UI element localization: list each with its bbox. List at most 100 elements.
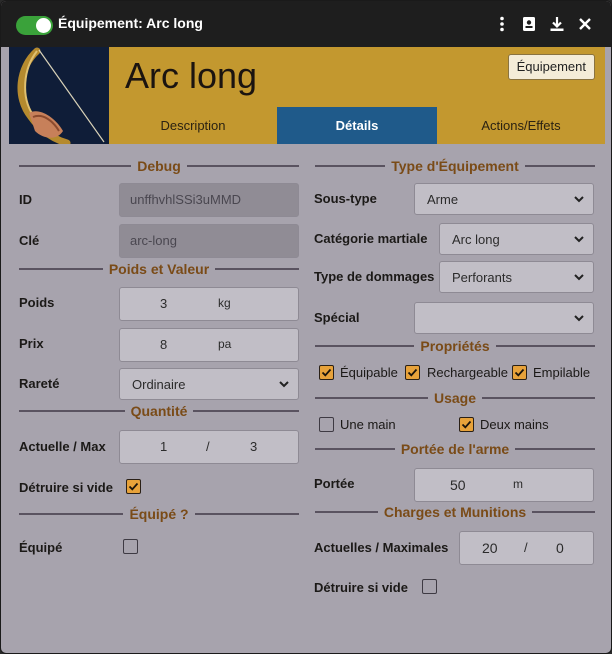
checkmark-icon: [128, 482, 139, 491]
two-hands-label: Deux mains: [480, 417, 549, 432]
equipable-checkbox[interactable]: [319, 365, 334, 380]
section-equipped-title: Équipé ?: [129, 506, 189, 522]
item-header: Arc long Équipement Description Détails …: [9, 47, 605, 144]
range-unit: m: [513, 477, 523, 491]
id-label: ID: [19, 192, 32, 207]
chevron-down-icon: [574, 236, 584, 243]
range-label: Portée: [314, 476, 355, 491]
chevron-down-icon: [574, 196, 584, 203]
charges-label: Actuelles / Maximales: [314, 540, 449, 555]
section-range-title: Portée de l'arme: [400, 441, 510, 457]
weight-label: Poids: [19, 295, 55, 310]
subtype-value: Arme: [427, 192, 459, 207]
quantity-field[interactable]: 1 / 3: [119, 430, 299, 464]
one-hand-label: Une main: [340, 417, 396, 432]
section-debug-title: Debug: [137, 158, 181, 174]
item-portrait[interactable]: [9, 47, 109, 144]
reloadable-checkbox[interactable]: [405, 365, 420, 380]
subtype-label: Sous-type: [314, 191, 377, 206]
section-properties: Propriétés: [315, 336, 595, 356]
quantity-max[interactable]: 3: [250, 439, 257, 454]
special-select[interactable]: [414, 302, 594, 334]
martial-category-label: Catégorie martiale: [314, 231, 428, 246]
key-label: Clé: [19, 233, 40, 248]
section-equipment-type: Type d'Équipement: [315, 156, 595, 176]
weight-field[interactable]: 3 kg: [119, 287, 299, 321]
equipped-label: Équipé: [19, 540, 63, 555]
tab-description[interactable]: Description: [109, 107, 277, 144]
key-value: arc-long: [130, 233, 177, 248]
price-unit: pa: [218, 337, 232, 351]
section-range: Portée de l'arme: [315, 439, 596, 459]
close-icon[interactable]: [576, 15, 594, 33]
section-usage-title: Usage: [433, 390, 477, 406]
quantity-label: Actuelle / Max: [19, 439, 106, 454]
subtype-select[interactable]: Arme: [414, 183, 594, 215]
price-field[interactable]: 8 pa: [119, 328, 299, 362]
tab-actions-effects[interactable]: Actions/Effets: [437, 107, 605, 144]
checkmark-icon: [407, 368, 418, 377]
checkmark-icon: [514, 368, 525, 377]
rarity-label: Rareté: [19, 376, 60, 391]
id-card-icon[interactable]: [520, 15, 538, 33]
charges-destroy-checkbox[interactable]: [422, 579, 437, 594]
range-value: 50: [450, 477, 466, 493]
download-icon[interactable]: [548, 15, 566, 33]
destroy-empty-label: Détruire si vide: [19, 480, 113, 495]
equipped-checkbox[interactable]: [123, 539, 138, 554]
window-titlebar[interactable]: Équipement: Arc long: [1, 1, 611, 47]
section-quantity-title: Quantité: [130, 403, 188, 419]
checkmark-icon: [461, 420, 472, 429]
martial-category-select[interactable]: Arc long: [439, 223, 594, 255]
rarity-value: Ordinaire: [132, 377, 186, 392]
charges-separator: /: [524, 540, 528, 555]
section-quantity: Quantité: [19, 401, 299, 421]
checkmark-icon: [321, 368, 332, 377]
menu-dots-icon[interactable]: [493, 15, 511, 33]
range-field[interactable]: 50 m: [414, 468, 594, 502]
damage-type-label: Type de dommages: [314, 269, 435, 284]
section-weight-value-title: Poids et Valeur: [108, 261, 210, 277]
item-name[interactable]: Arc long: [125, 55, 257, 97]
charges-current[interactable]: 20: [482, 540, 498, 556]
quantity-separator: /: [206, 439, 210, 454]
reloadable-label: Rechargeable: [427, 365, 508, 380]
charges-field[interactable]: 20 / 0: [459, 531, 594, 565]
section-properties-title: Propriétés: [420, 338, 490, 354]
price-value: 8: [160, 337, 168, 352]
damage-type-value: Perforants: [452, 270, 512, 285]
two-hands-checkbox[interactable]: [459, 417, 474, 432]
charges-destroy-label: Détruire si vide: [314, 580, 408, 595]
tab-details[interactable]: Détails: [277, 107, 437, 144]
weight-unit: kg: [218, 296, 231, 310]
section-charges: Charges et Munitions: [315, 502, 596, 522]
price-label: Prix: [19, 336, 44, 351]
key-field: arc-long: [119, 224, 299, 258]
chevron-down-icon: [574, 274, 584, 281]
section-weight-value: Poids et Valeur: [19, 259, 299, 279]
id-value: unffhvhlSSi3uMMD: [130, 192, 242, 207]
section-equipment-type-title: Type d'Équipement: [391, 158, 519, 174]
details-panel: Debug ID unffhvhlSSi3uMMD Clé arc-long P…: [9, 144, 605, 646]
martial-category-value: Arc long: [452, 232, 500, 247]
toggle-knob: [36, 18, 51, 33]
damage-type-select[interactable]: Perforants: [439, 261, 594, 293]
rarity-select[interactable]: Ordinaire: [119, 368, 299, 400]
chevron-down-icon: [574, 315, 584, 322]
section-debug: Debug: [19, 156, 299, 176]
section-charges-title: Charges et Munitions: [383, 504, 527, 520]
enable-toggle[interactable]: [16, 16, 53, 35]
section-equipped: Équipé ?: [19, 504, 299, 524]
item-sheet-window: Équipement: Arc long Arc long Équipement…: [0, 0, 612, 654]
destroy-empty-checkbox[interactable]: [126, 479, 141, 494]
equipable-label: Équipable: [340, 365, 398, 380]
quantity-current[interactable]: 1: [160, 439, 167, 454]
window-title: Équipement: Arc long: [58, 15, 203, 31]
chevron-down-icon: [279, 381, 289, 388]
weight-value: 3: [160, 296, 168, 311]
one-hand-checkbox[interactable]: [319, 417, 334, 432]
stackable-checkbox[interactable]: [512, 365, 527, 380]
special-label: Spécial: [314, 310, 360, 325]
charges-max[interactable]: 0: [556, 540, 564, 556]
id-field: unffhvhlSSi3uMMD: [119, 183, 299, 217]
